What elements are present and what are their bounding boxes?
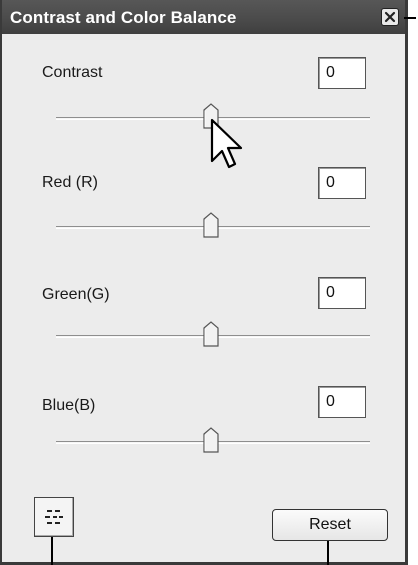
close-button[interactable] [381,8,399,26]
green-value-field[interactable]: 0 [318,277,366,309]
contrast-value-field[interactable]: 0 [318,57,366,89]
blue-value-field[interactable]: 0 [318,386,366,418]
dash-toggle-button[interactable] [34,497,74,537]
dash-toggle-icon [45,510,63,524]
blue-label: Blue(B) [42,397,96,414]
red-value-field[interactable]: 0 [318,167,366,199]
reset-callout-line [327,541,329,565]
green-slider-thumb[interactable] [203,321,219,347]
green-label: Green(G) [42,286,110,303]
window-title: Contrast and Color Balance [10,8,237,27]
red-label: Red (R) [42,174,99,191]
contrast-label: Contrast [42,64,103,81]
blue-slider-thumb[interactable] [203,427,219,453]
title-bar[interactable]: Contrast and Color Balance [2,0,405,34]
red-slider-thumb[interactable] [203,212,219,238]
contrast-color-balance-window: Contrast and Color Balance Contrast 0 Re… [0,0,408,565]
toggle-callout-line [51,537,53,565]
close-callout-line [404,17,416,19]
mouse-pointer-icon [210,118,243,169]
close-icon [384,11,396,23]
reset-button[interactable]: Reset [272,509,388,541]
